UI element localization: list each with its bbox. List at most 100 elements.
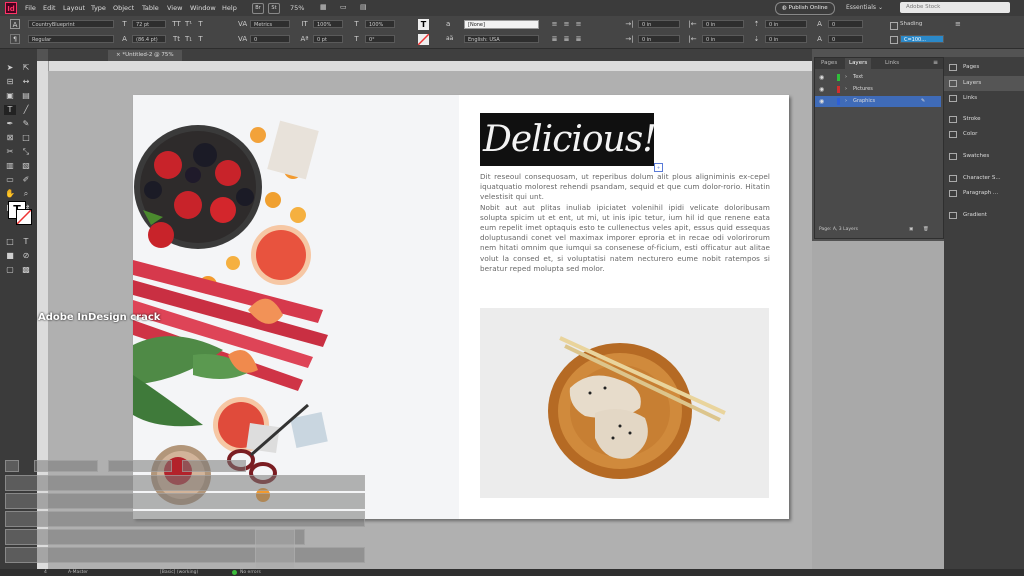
dumplings-image[interactable]	[480, 308, 769, 498]
kerning-field[interactable]: Metrics	[250, 20, 290, 28]
disclosure-arrow-icon[interactable]: ›	[845, 84, 847, 95]
formatting-text-icon[interactable]: T	[20, 237, 32, 247]
page-tool-icon[interactable]: ⊟	[4, 77, 16, 87]
tab-links[interactable]: Links	[881, 58, 903, 69]
document-tab[interactable]: × *Untitled-2 @ 75%	[108, 50, 182, 61]
layer-row[interactable]: ◉ › Text	[815, 72, 941, 83]
character-style-field[interactable]: [None]	[464, 20, 539, 29]
content-placer-icon[interactable]: ▤	[20, 91, 32, 101]
left-indent-field[interactable]: 0 in	[638, 20, 680, 28]
rectangle-frame-tool-icon[interactable]: ⊠	[4, 133, 16, 143]
align-right-icon[interactable]: ≡	[574, 20, 583, 28]
pencil-tool-icon[interactable]: ✎	[20, 119, 32, 129]
dock-stroke[interactable]: Stroke	[944, 112, 1024, 127]
rectangle-tool-icon[interactable]: □	[20, 133, 32, 143]
formatting-container-icon[interactable]: □	[4, 237, 16, 247]
master-field[interactable]: A-Master	[68, 569, 88, 576]
preflight-status[interactable]: No errors	[240, 569, 261, 576]
tab-pages[interactable]: Pages	[817, 58, 841, 69]
menu-table[interactable]: Table	[142, 4, 159, 12]
dock-links[interactable]: Links	[944, 91, 1024, 106]
stock-icon[interactable]: St	[268, 3, 280, 14]
baseline-shift-field[interactable]: 0 pt	[313, 35, 343, 43]
trash-icon[interactable]: 🗑	[923, 224, 929, 236]
horizontal-scale-field[interactable]: 100%	[365, 20, 395, 28]
stroke-none-icon[interactable]	[417, 33, 430, 46]
font-size-field[interactable]: 72 pt	[132, 20, 166, 28]
last-line-indent-field[interactable]: 0 in	[702, 35, 744, 43]
menu-file[interactable]: File	[25, 4, 36, 12]
type-tool-icon[interactable]: T	[4, 105, 16, 115]
bridge-icon[interactable]: Br	[252, 3, 264, 14]
panel-menu-icon[interactable]: ≡	[955, 20, 961, 28]
disclosure-arrow-icon[interactable]: ›	[845, 96, 847, 107]
workspace-switcher[interactable]: Essentials	[846, 4, 876, 11]
apply-none-icon[interactable]: ⊘	[20, 251, 32, 261]
disclosure-arrow-icon[interactable]: ›	[845, 72, 847, 83]
headline-text-frame[interactable]: Delicious!	[480, 113, 657, 166]
screen-mode-icon[interactable]: ▭	[340, 3, 347, 11]
content-collector-icon[interactable]: ▣	[4, 91, 16, 101]
shading-swatch-field[interactable]: C=100...	[900, 35, 944, 43]
space-after-field[interactable]: 0 in	[765, 35, 807, 43]
menu-layout[interactable]: Layout	[63, 4, 85, 12]
zoom-level[interactable]: 75%	[290, 4, 304, 12]
preflight-profile[interactable]: [Basic] (working)	[160, 569, 198, 576]
gap-tool-icon[interactable]: ↔	[20, 77, 32, 87]
menu-edit[interactable]: Edit	[43, 4, 56, 12]
publish-online-button[interactable]: ◍ Publish Online	[775, 2, 835, 15]
pen-tool-icon[interactable]: ✒	[4, 119, 16, 129]
new-layer-icon[interactable]: ▣	[909, 224, 913, 236]
out-port-handle[interactable]: +	[654, 163, 663, 172]
align-left-icon[interactable]: ≡	[550, 20, 559, 28]
drop-cap-chars-field[interactable]: 0	[828, 35, 863, 43]
stroke-swatch-icon[interactable]	[16, 209, 32, 225]
panel-menu-icon[interactable]: ≡	[933, 59, 938, 66]
menu-window[interactable]: Window	[190, 4, 216, 12]
layer-row-selected[interactable]: ◉ › Graphics ✎	[815, 96, 941, 107]
first-line-indent-field[interactable]: 0 in	[638, 35, 680, 43]
all-caps-icon[interactable]: TT	[172, 20, 181, 28]
tab-layers[interactable]: Layers	[845, 58, 872, 69]
fill-text-icon[interactable]: T	[418, 19, 429, 30]
small-caps-icon[interactable]: Tt	[172, 35, 181, 43]
leading-field[interactable]: (86.4 pt)	[132, 35, 166, 43]
body-text-frame[interactable]: Dit reseoul consequosam, ut reperibus do…	[480, 172, 770, 274]
drop-cap-lines-field[interactable]: 0	[828, 20, 863, 28]
shading-checkbox[interactable]	[890, 22, 898, 30]
align-center-icon[interactable]: ≡	[562, 20, 571, 28]
justify-center-icon[interactable]: ≣	[562, 35, 571, 43]
strikethrough-icon[interactable]: T	[196, 35, 205, 43]
eye-icon[interactable]: ◉	[819, 84, 824, 95]
menu-type[interactable]: Type	[91, 4, 106, 12]
dock-paragraph-styles[interactable]: Paragraph ...	[944, 186, 1024, 201]
superscript-icon[interactable]: T¹	[184, 20, 193, 28]
font-family-field[interactable]: CountryBlueprint	[28, 20, 114, 28]
eye-icon[interactable]: ◉	[819, 96, 824, 107]
menu-object[interactable]: Object	[113, 4, 134, 12]
arrange-documents-icon[interactable]: ▤	[360, 3, 367, 11]
preview-view-icon[interactable]: ▩	[20, 265, 32, 275]
apply-color-icon[interactable]: ■	[4, 251, 16, 261]
vertical-scale-field[interactable]: 100%	[313, 20, 343, 28]
free-transform-tool-icon[interactable]: ⤡	[20, 147, 32, 157]
justify-all-icon[interactable]: ≣	[574, 35, 583, 43]
zoom-tool-icon[interactable]: ⌕	[20, 189, 32, 199]
selection-tool-icon[interactable]: ➤	[4, 63, 16, 73]
dock-gradient[interactable]: Gradient	[944, 208, 1024, 223]
dock-layers[interactable]: Layers	[944, 76, 1024, 91]
language-field[interactable]: English: USA	[464, 35, 539, 43]
right-indent-field[interactable]: 0 in	[702, 20, 744, 28]
font-style-field[interactable]: Regular	[28, 35, 114, 43]
eyedropper-tool-icon[interactable]: ✐	[20, 175, 32, 185]
justify-left-icon[interactable]: ≣	[550, 35, 559, 43]
menu-view[interactable]: View	[167, 4, 182, 12]
gradient-swatch-tool-icon[interactable]: ▥	[4, 161, 16, 171]
dock-color[interactable]: Color	[944, 127, 1024, 142]
skew-field[interactable]: 0°	[365, 35, 395, 43]
direct-selection-tool-icon[interactable]: ⇱	[20, 63, 32, 73]
hand-tool-icon[interactable]: ✋	[4, 189, 16, 199]
menu-help[interactable]: Help	[222, 4, 237, 12]
border-checkbox[interactable]	[890, 36, 898, 44]
subscript-icon[interactable]: T₁	[184, 35, 193, 43]
